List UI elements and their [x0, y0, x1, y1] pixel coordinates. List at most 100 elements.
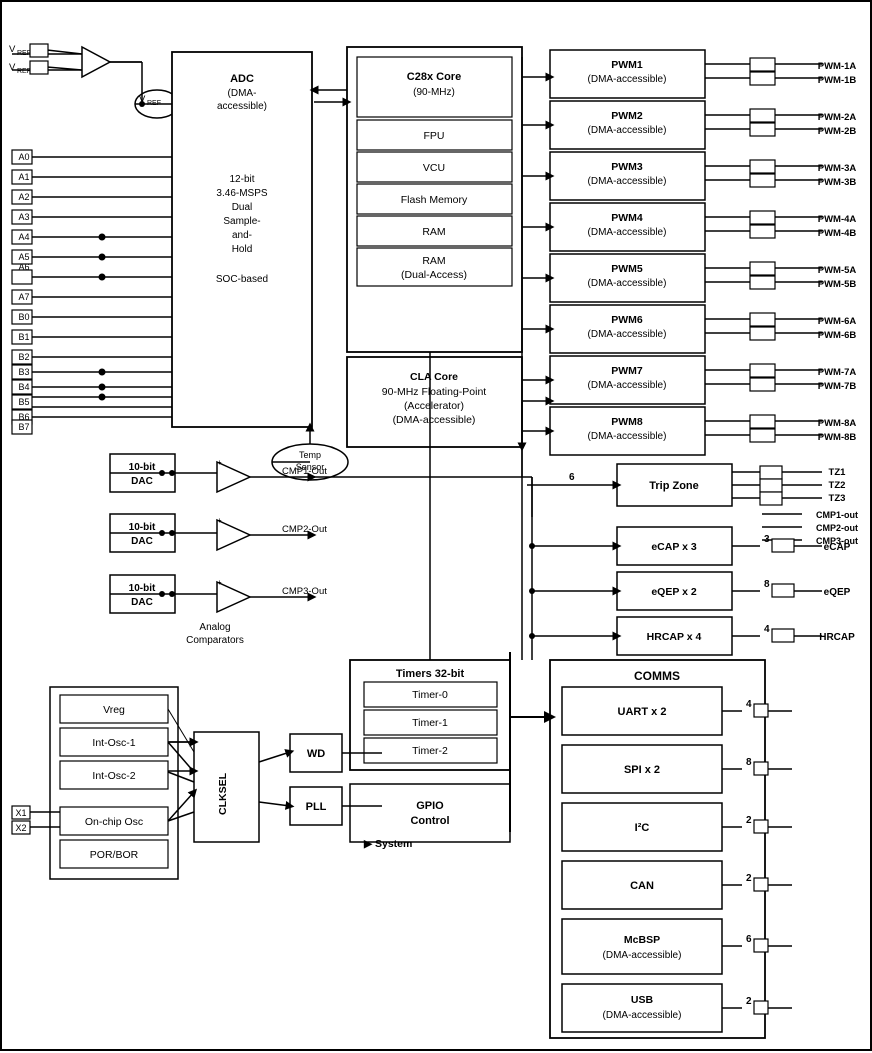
svg-text:2: 2	[746, 873, 752, 884]
svg-text:Dual: Dual	[232, 202, 253, 213]
svg-text:POR/BOR: POR/BOR	[90, 849, 139, 861]
svg-text:8: 8	[764, 579, 770, 590]
svg-text:8: 8	[746, 757, 752, 768]
svg-text:B1: B1	[18, 332, 29, 342]
svg-text:RAM: RAM	[422, 226, 445, 238]
svg-text:A0: A0	[18, 152, 29, 162]
svg-text:(DMA-accessible): (DMA-accessible)	[603, 1010, 682, 1021]
svg-text:B7: B7	[18, 422, 29, 432]
svg-text:(DMA-accessible): (DMA-accessible)	[588, 125, 667, 136]
svg-text:CAN: CAN	[630, 880, 654, 892]
svg-text:4: 4	[764, 624, 770, 635]
svg-text:12-bit: 12-bit	[229, 174, 254, 185]
svg-text:A4: A4	[18, 232, 29, 242]
svg-text:SOC-based: SOC-based	[216, 274, 268, 285]
svg-text:B3: B3	[18, 367, 29, 377]
svg-text:PWM8: PWM8	[611, 416, 643, 428]
svg-text:and-: and-	[232, 230, 252, 241]
svg-text:(DMA-accessible): (DMA-accessible)	[588, 74, 667, 85]
svg-text:Comparators: Comparators	[186, 635, 244, 646]
svg-text:(DMA-accessible): (DMA-accessible)	[603, 950, 682, 961]
svg-text:(DMA-accessible): (DMA-accessible)	[588, 278, 667, 289]
svg-text:V: V	[9, 62, 16, 73]
svg-text:(DMA-accessible): (DMA-accessible)	[588, 380, 667, 391]
svg-text:VCU: VCU	[423, 162, 445, 174]
svg-text:PWM-6B: PWM-6B	[818, 330, 857, 341]
svg-text:10-bit: 10-bit	[129, 462, 156, 473]
svg-text:10-bit: 10-bit	[129, 522, 156, 533]
svg-text:REFHI: REFHI	[17, 68, 38, 75]
svg-text:PLL: PLL	[306, 801, 327, 813]
svg-text:Flash Memory: Flash Memory	[401, 194, 468, 206]
svg-text:GPIO: GPIO	[416, 800, 444, 812]
svg-text:I²C: I²C	[635, 822, 650, 834]
svg-text:PWM-5A: PWM-5A	[818, 265, 857, 276]
svg-text:(DMA-accessible): (DMA-accessible)	[588, 329, 667, 340]
svg-text:X1: X1	[15, 808, 26, 818]
svg-text:(Accelerator): (Accelerator)	[404, 400, 464, 412]
svg-text:X2: X2	[15, 823, 26, 833]
svg-text:HRCAP x 4: HRCAP x 4	[647, 631, 702, 643]
svg-text:6: 6	[569, 472, 575, 483]
svg-text:Sensor: Sensor	[296, 462, 325, 472]
svg-text:PWM-7B: PWM-7B	[818, 381, 857, 392]
svg-text:Vreg: Vreg	[103, 704, 125, 716]
svg-text:V: V	[139, 94, 146, 105]
svg-text:(DMA-accessible): (DMA-accessible)	[393, 414, 476, 426]
svg-text:+: +	[217, 458, 222, 467]
svg-text:A3: A3	[18, 212, 29, 222]
svg-text:Timer-2: Timer-2	[412, 745, 448, 757]
svg-text:PWM4: PWM4	[611, 212, 643, 224]
svg-text:eCAP: eCAP	[824, 542, 851, 553]
svg-text:USB: USB	[631, 994, 654, 1006]
svg-text:C28x Core: C28x Core	[407, 71, 461, 83]
svg-text:V: V	[9, 44, 16, 55]
svg-text:2: 2	[746, 996, 752, 1007]
svg-text:SPI x 2: SPI x 2	[624, 764, 660, 776]
svg-text:Control: Control	[410, 815, 449, 827]
svg-text:McBSP: McBSP	[624, 934, 660, 946]
svg-text:TZ2: TZ2	[829, 480, 846, 491]
svg-text:Hold: Hold	[232, 244, 253, 255]
svg-text:CLA Core: CLA Core	[410, 371, 458, 383]
svg-text:PWM-8A: PWM-8A	[818, 418, 857, 429]
svg-text:On-chip Osc: On-chip Osc	[85, 816, 143, 828]
svg-text:PWM2: PWM2	[611, 110, 643, 122]
svg-text:(DMA-accessible): (DMA-accessible)	[588, 176, 667, 187]
svg-text:PWM6: PWM6	[611, 314, 643, 326]
svg-text:A6: A6	[18, 262, 29, 272]
svg-text:PWM-3A: PWM-3A	[818, 163, 857, 174]
svg-text:REFLO: REFLO	[17, 50, 41, 57]
svg-text:eQEP: eQEP	[824, 587, 851, 598]
svg-text:A1: A1	[18, 172, 29, 182]
svg-text:WD: WD	[307, 748, 325, 760]
svg-text:A7: A7	[18, 292, 29, 302]
svg-text:Trip Zone: Trip Zone	[649, 480, 699, 492]
svg-text:Analog: Analog	[199, 622, 230, 633]
svg-text:Int-Osc-1: Int-Osc-1	[92, 737, 135, 749]
svg-text:PWM-2B: PWM-2B	[818, 126, 857, 137]
svg-text:▶ System: ▶ System	[363, 838, 412, 850]
svg-text:ADC: ADC	[230, 73, 254, 85]
svg-text:CMP3-out: CMP3-out	[816, 536, 858, 546]
svg-text:PWM-7A: PWM-7A	[818, 367, 857, 378]
svg-text:CMP2-Out: CMP2-Out	[282, 524, 327, 535]
svg-text:CMP3-Out: CMP3-Out	[282, 586, 327, 597]
svg-text:PWM-5B: PWM-5B	[818, 279, 857, 290]
svg-text:DAC: DAC	[131, 597, 153, 608]
svg-text:PWM-2A: PWM-2A	[818, 112, 857, 123]
svg-text:Int-Osc-2: Int-Osc-2	[92, 770, 135, 782]
svg-text:Timers 32-bit: Timers 32-bit	[396, 668, 465, 680]
svg-text:(DMA-accessible): (DMA-accessible)	[588, 431, 667, 442]
svg-text:(DMA-: (DMA-	[228, 88, 257, 99]
svg-text:10-bit: 10-bit	[129, 583, 156, 594]
svg-text:TZ3: TZ3	[829, 493, 846, 504]
svg-text:accessible): accessible)	[217, 101, 267, 112]
svg-text:B2: B2	[18, 352, 29, 362]
svg-text:(90-MHz): (90-MHz)	[413, 87, 455, 98]
svg-text:TZ1: TZ1	[829, 467, 847, 478]
svg-text:CMP1-Out: CMP1-Out	[282, 466, 327, 477]
svg-text:B6: B6	[18, 412, 29, 422]
svg-text:FPU: FPU	[424, 130, 445, 142]
svg-text:PWM-4A: PWM-4A	[818, 214, 857, 225]
